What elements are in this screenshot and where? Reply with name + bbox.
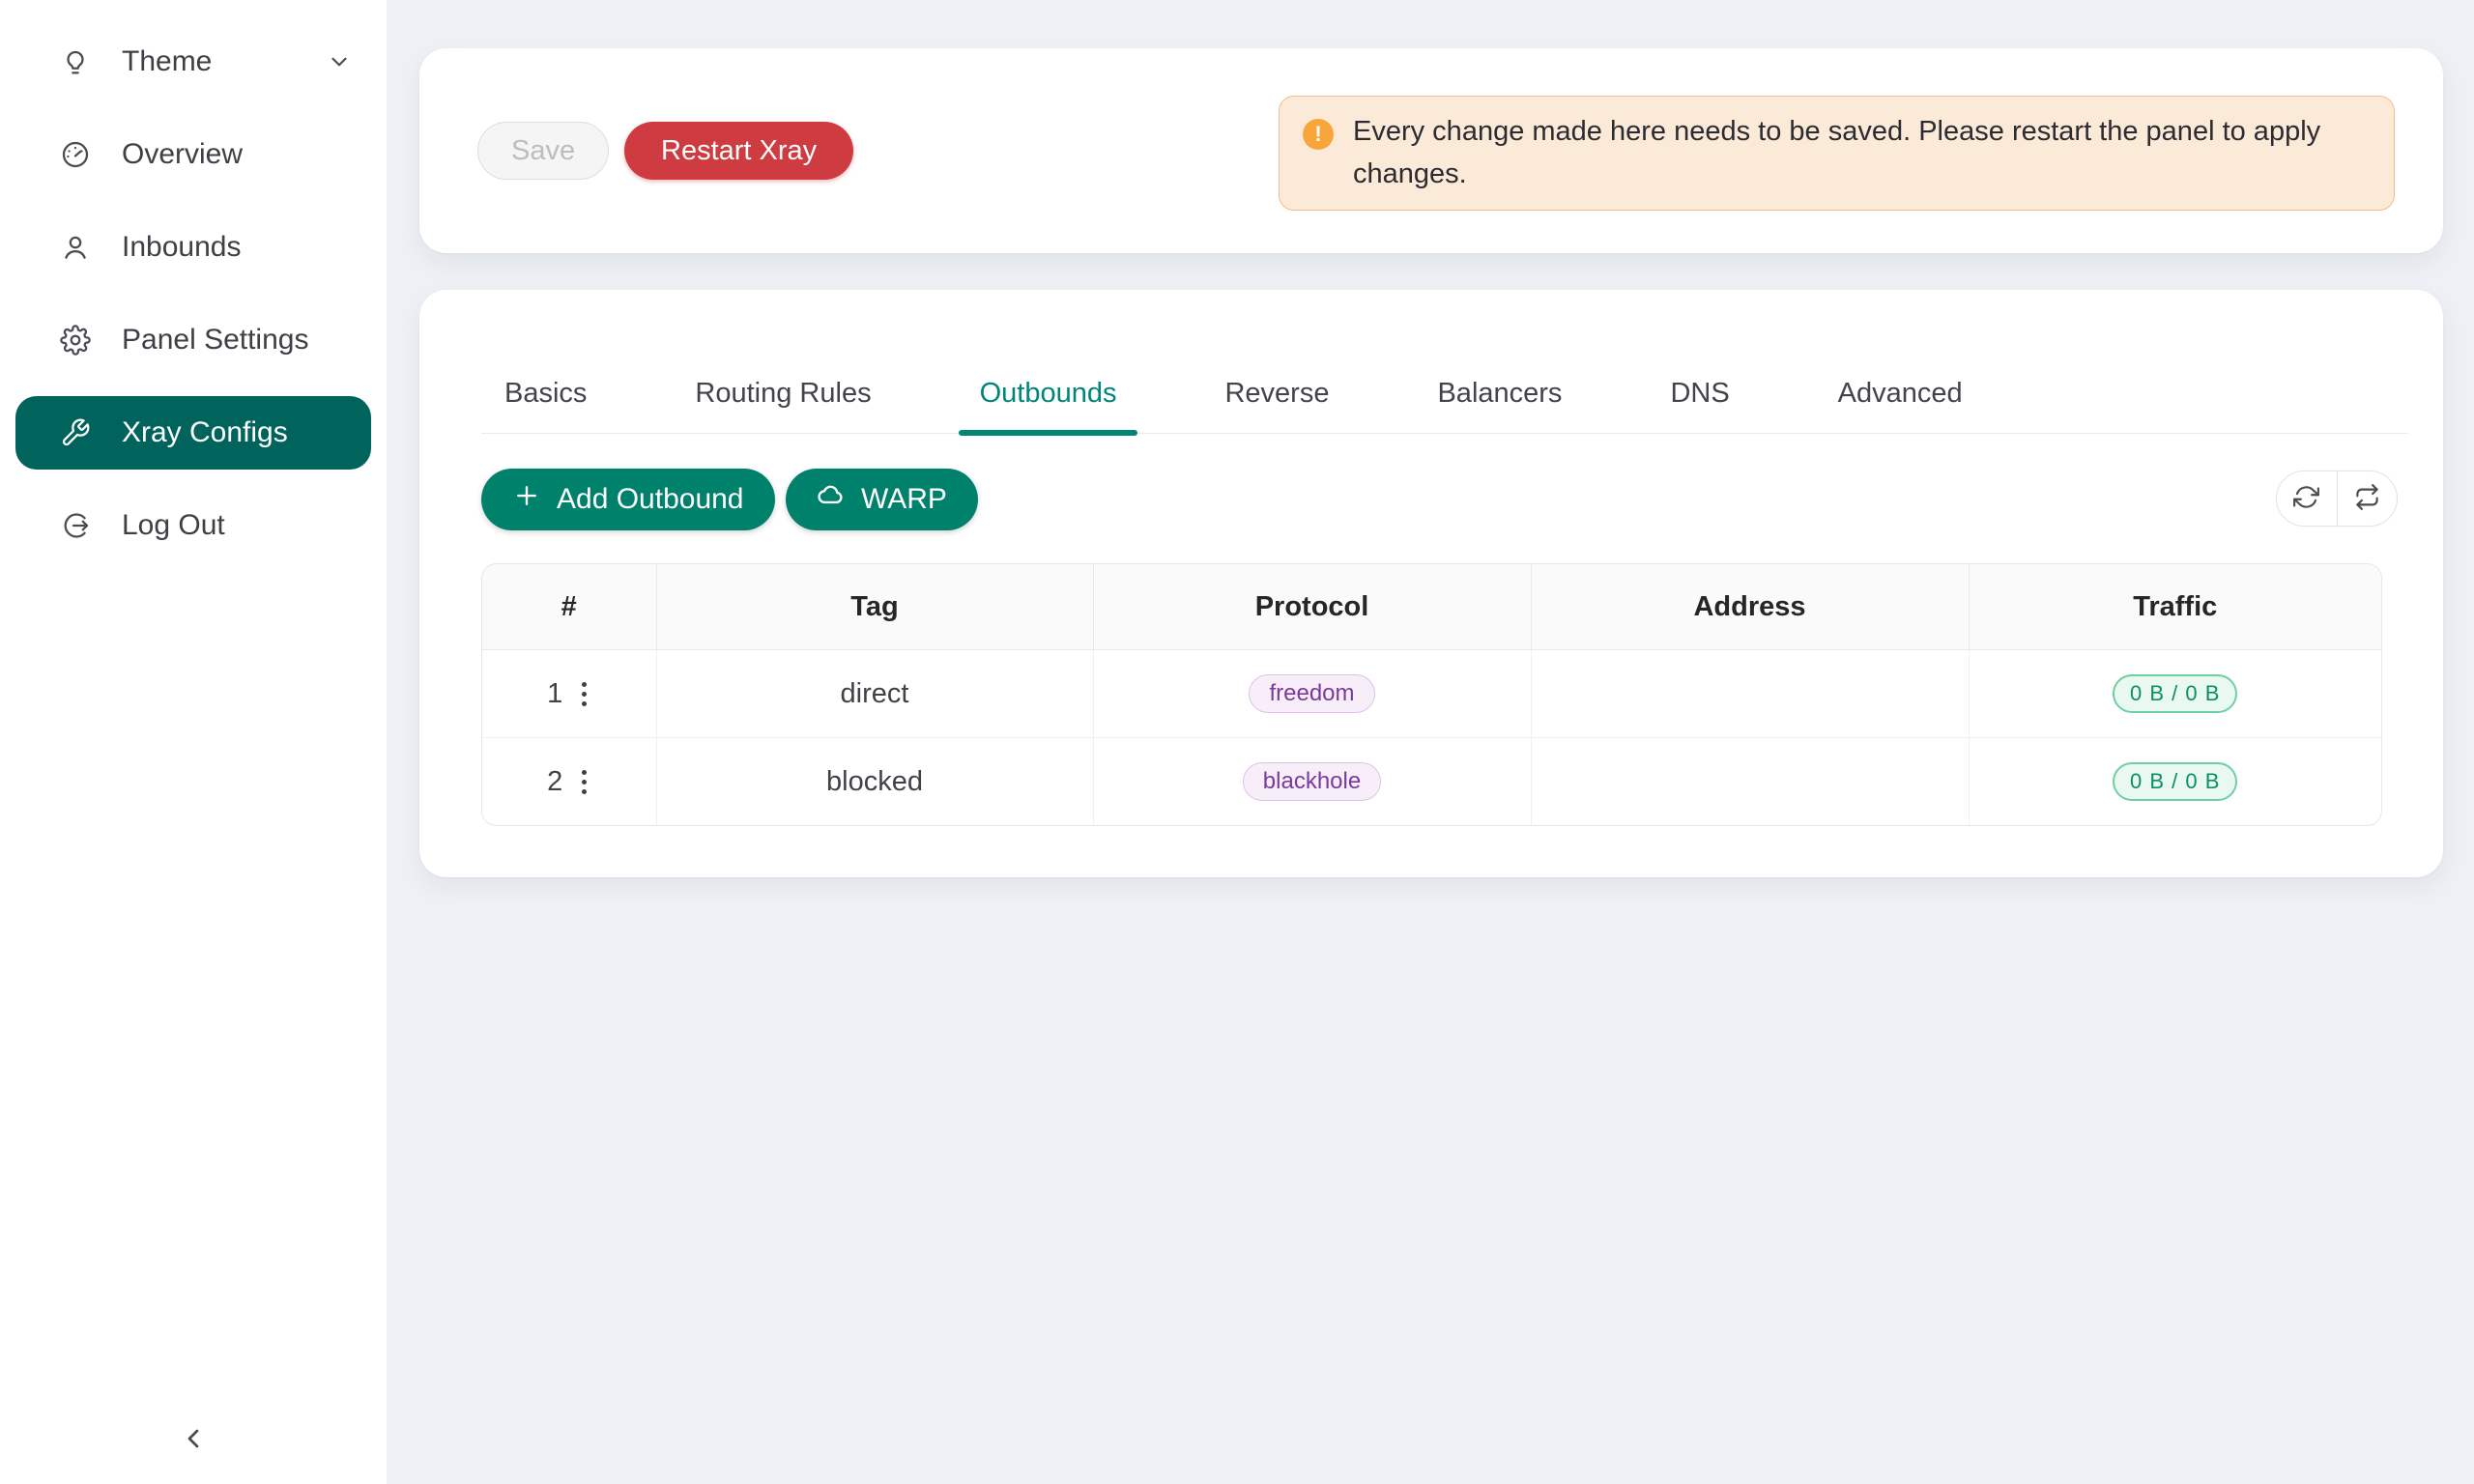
cloud-icon <box>817 481 846 518</box>
row-index: 1 <box>547 678 562 710</box>
sidebar-item-log-out[interactable]: Log Out <box>15 489 371 562</box>
add-outbound-label: Add Outbound <box>557 483 744 516</box>
alert-text: Every change made here needs to be saved… <box>1353 110 2365 195</box>
table-actions-group <box>2276 471 2398 527</box>
outbounds-table: # Tag Protocol Address Traffic 1 <box>481 563 2382 826</box>
col-header-tag: Tag <box>656 564 1093 650</box>
xray-config-card: Basics Routing Rules Outbounds Reverse B… <box>419 290 2443 877</box>
plus-icon <box>512 481 541 518</box>
save-button[interactable]: Save <box>477 122 609 180</box>
restart-xray-button[interactable]: Restart Xray <box>624 122 853 180</box>
wrench-icon <box>60 417 91 448</box>
gear-icon <box>60 325 91 356</box>
sidebar-item-label: Xray Configs <box>122 416 288 449</box>
tab-advanced[interactable]: Advanced <box>1838 290 1963 433</box>
repeat-icon <box>2354 484 2380 513</box>
table-row: 2 blocked blackhole 0 B / 0 B <box>482 738 2381 826</box>
traffic-badge: 0 B / 0 B <box>2113 762 2237 801</box>
row-menu-button[interactable] <box>578 764 590 800</box>
tab-reverse[interactable]: Reverse <box>1224 290 1329 433</box>
row-address <box>1531 650 1969 738</box>
sidebar-item-label: Inbounds <box>122 231 241 264</box>
person-icon <box>60 232 91 263</box>
sidebar: Theme Overview Inbounds Panel Settings <box>0 0 387 1484</box>
sidebar-item-label: Theme <box>122 45 212 78</box>
col-header-index: # <box>482 564 656 650</box>
warp-button[interactable]: WARP <box>786 469 978 530</box>
chevron-down-icon <box>327 49 352 74</box>
restart-warning-alert: ! Every change made here needs to be sav… <box>1279 96 2395 211</box>
warp-label: WARP <box>861 483 947 516</box>
sidebar-item-theme[interactable]: Theme <box>15 25 371 99</box>
config-tabs: Basics Routing Rules Outbounds Reverse B… <box>481 290 2408 434</box>
tab-basics[interactable]: Basics <box>504 290 587 433</box>
protocol-badge: freedom <box>1249 674 1374 713</box>
sidebar-item-inbounds[interactable]: Inbounds <box>15 211 371 284</box>
actions-card: Save Restart Xray ! Every change made he… <box>419 48 2443 253</box>
row-menu-button[interactable] <box>578 676 590 712</box>
refresh-button[interactable] <box>2277 471 2337 526</box>
sidebar-item-overview[interactable]: Overview <box>15 118 371 191</box>
tab-outbounds[interactable]: Outbounds <box>980 290 1117 433</box>
row-tag: direct <box>656 650 1093 738</box>
chevron-left-icon <box>178 1423 209 1457</box>
logout-icon <box>60 510 91 541</box>
sidebar-item-label: Log Out <box>122 509 225 542</box>
tab-routing-rules[interactable]: Routing Rules <box>695 290 871 433</box>
tab-dns[interactable]: DNS <box>1670 290 1729 433</box>
sidebar-item-label: Overview <box>122 138 243 171</box>
protocol-badge: blackhole <box>1243 762 1381 801</box>
row-index: 2 <box>547 766 562 798</box>
col-header-traffic: Traffic <box>1969 564 2381 650</box>
col-header-protocol: Protocol <box>1093 564 1531 650</box>
row-address <box>1531 738 1969 826</box>
table-row: 1 direct freedom 0 B / 0 B <box>482 650 2381 738</box>
main-content: Save Restart Xray ! Every change made he… <box>387 0 2474 1484</box>
warning-icon: ! <box>1303 119 1334 150</box>
sidebar-item-panel-settings[interactable]: Panel Settings <box>15 303 371 377</box>
sidebar-item-label: Panel Settings <box>122 324 308 357</box>
gauge-icon <box>60 139 91 170</box>
row-tag: blocked <box>656 738 1093 826</box>
tab-balancers[interactable]: Balancers <box>1437 290 1562 433</box>
add-outbound-button[interactable]: Add Outbound <box>481 469 775 530</box>
sidebar-item-xray-configs[interactable]: Xray Configs <box>15 396 371 470</box>
col-header-address: Address <box>1531 564 1969 650</box>
sidebar-collapse-button[interactable] <box>0 1418 387 1461</box>
bulb-icon <box>60 46 91 77</box>
traffic-badge: 0 B / 0 B <box>2113 674 2237 713</box>
table-header-row: # Tag Protocol Address Traffic <box>482 564 2381 650</box>
sidebar-menu: Theme Overview Inbounds Panel Settings <box>0 0 387 562</box>
sync-icon <box>2293 484 2319 513</box>
reorder-button[interactable] <box>2337 471 2398 526</box>
